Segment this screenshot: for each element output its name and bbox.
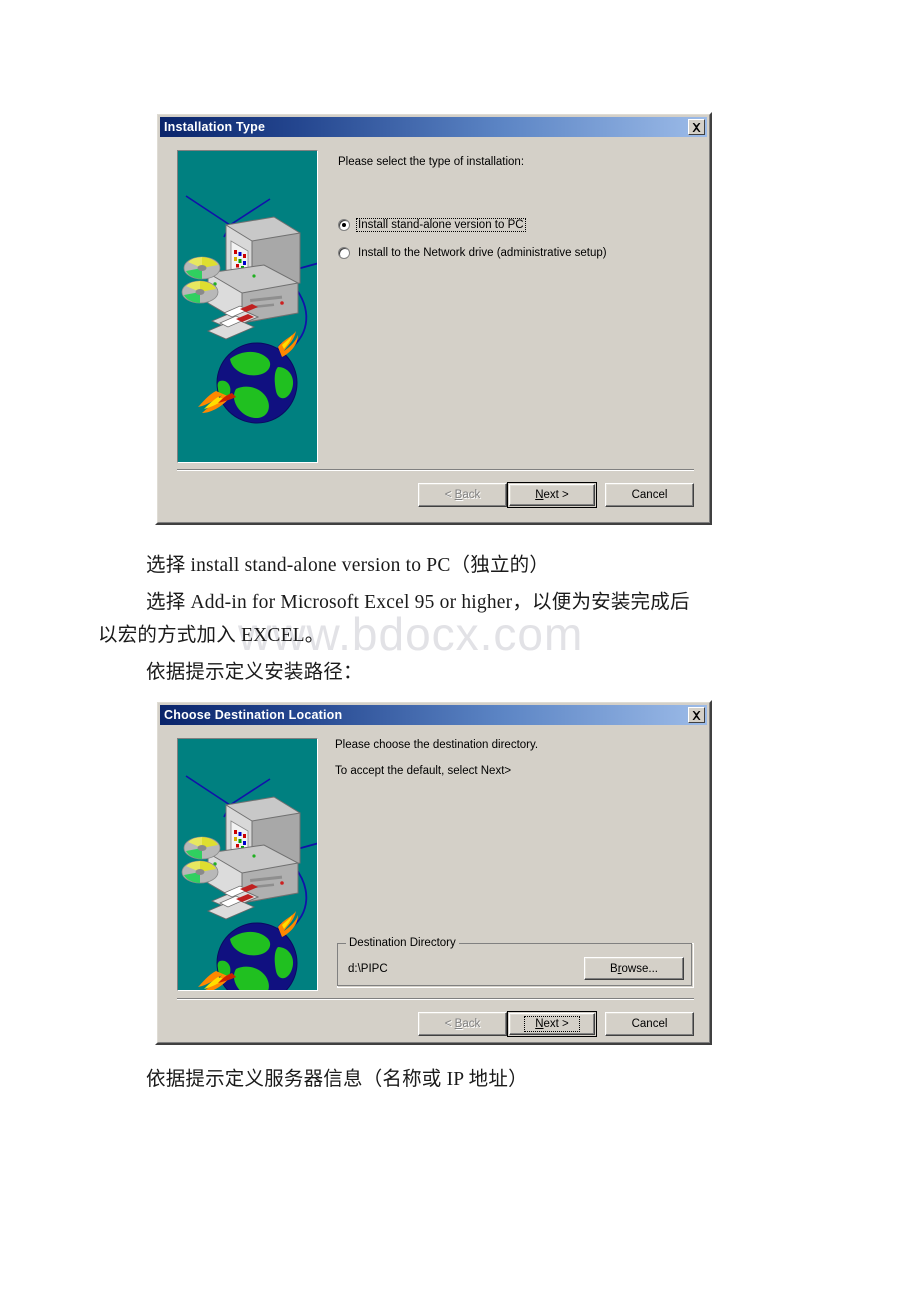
setup-illustration-graphic	[178, 151, 317, 462]
setup-illustration-panel	[177, 738, 318, 991]
document-page: www.bdocx.com Installation Type Please s…	[0, 0, 920, 1302]
next-button-inner: Next >	[509, 1013, 595, 1035]
destination-path-value: d:\PIPC	[348, 963, 388, 975]
dialog2-separator	[177, 998, 694, 1000]
browse-button[interactable]: Browse...	[584, 957, 684, 980]
next-button[interactable]: Next >	[507, 482, 597, 508]
close-icon[interactable]	[688, 119, 705, 135]
instruction-line-1: 选择 install stand-alone version to PC（独立的…	[146, 555, 550, 576]
dialog1-prompt: Please select the type of installation:	[338, 156, 525, 168]
cancel-button-label: Cancel	[631, 1018, 668, 1030]
next-button[interactable]: Next >	[507, 1011, 597, 1037]
cancel-button-label: Cancel	[631, 489, 668, 501]
next-button-inner: Next >	[509, 484, 595, 506]
back-button[interactable]: < Back	[418, 483, 507, 507]
radio-install-network[interactable]: Install to the Network drive (administra…	[338, 247, 608, 259]
installation-type-dialog: Installation Type Please select the type…	[155, 112, 712, 525]
instruction-line-2: 选择 Add-in for Microsoft Excel 95 or high…	[146, 592, 690, 613]
next-button-label: Next >	[524, 1016, 580, 1032]
radio-button-unselected-icon	[338, 247, 350, 259]
destination-directory-label: Destination Directory	[346, 937, 459, 949]
dialog2-prompt-line2: To accept the default, select Next>	[335, 765, 512, 777]
dialog1-titlebar[interactable]: Installation Type	[160, 117, 707, 137]
setup-illustration-graphic	[178, 739, 317, 990]
instruction-line-5: 依据提示定义服务器信息（名称或 IP 地址）	[146, 1069, 528, 1090]
browse-button-label: Browse...	[610, 962, 658, 975]
cancel-button[interactable]: Cancel	[605, 483, 694, 507]
instruction-line-3: 以宏的方式加入 EXCEL。	[98, 625, 325, 646]
back-button-label: < Back	[444, 1018, 481, 1030]
dialog2-title: Choose Destination Location	[164, 708, 343, 722]
choose-destination-location-dialog: Choose Destination Location Please choos…	[155, 700, 712, 1045]
cancel-button[interactable]: Cancel	[605, 1012, 694, 1036]
radio-install-network-label: Install to the Network drive (administra…	[358, 247, 607, 259]
dialog2-titlebar[interactable]: Choose Destination Location	[160, 705, 707, 725]
radio-install-standalone[interactable]: Install stand-alone version to PC	[338, 218, 526, 232]
dialog2-prompt-line1: Please choose the destination directory.	[335, 739, 539, 751]
destination-directory-group: Destination Directory d:\PIPC Browse...	[337, 937, 694, 988]
instruction-line-4: 依据提示定义安装路径：	[146, 662, 363, 683]
close-icon[interactable]	[688, 707, 705, 723]
radio-install-standalone-label: Install stand-alone version to PC	[356, 218, 526, 232]
radio-button-selected-icon	[338, 219, 350, 231]
dialog1-title: Installation Type	[164, 120, 266, 134]
dialog1-separator	[177, 469, 694, 471]
next-button-label: Next >	[535, 489, 569, 501]
setup-illustration-panel	[177, 150, 318, 463]
back-button[interactable]: < Back	[418, 1012, 507, 1036]
back-button-label: < Back	[444, 489, 481, 501]
